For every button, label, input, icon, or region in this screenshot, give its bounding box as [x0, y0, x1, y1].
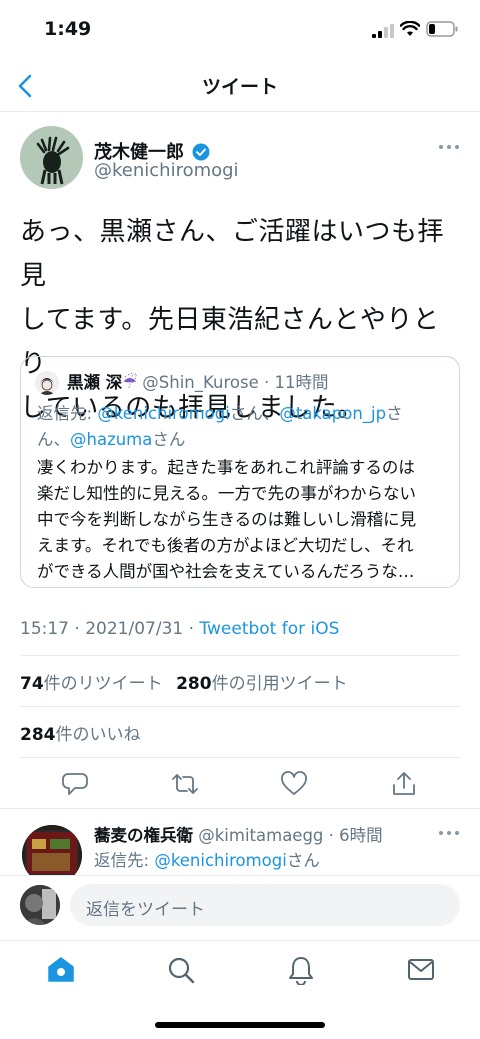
quoted-tweet-text: 凄くわかります。起きた事をあれこれ評論するのは 楽だし知性的に見える。一方で先の…	[37, 455, 447, 585]
notifications-icon[interactable]	[287, 955, 315, 985]
quoted-text-line: 楽だし知性的に見える。一方で先の事がわからない	[37, 484, 417, 503]
reply-suffix: さ	[386, 404, 403, 423]
dot-separator: ·	[264, 373, 270, 392]
cellular-signal-icon	[372, 24, 394, 38]
my-avatar	[20, 885, 60, 925]
reply-suffix: さん	[286, 851, 320, 870]
quoted-tweet-age: 11時間	[274, 373, 329, 392]
quoted-author-row: 黒瀬 深☔ @Shin_Kurose · 11時間	[67, 371, 329, 395]
reply-prefix: 返信先:	[94, 851, 155, 870]
profile-photo	[20, 885, 60, 925]
mention-link[interactable]: @hazuma	[70, 430, 152, 449]
home-indicator	[155, 1022, 325, 1028]
quoted-tweet-card[interactable]: 黒瀬 深☔ @Shin_Kurose · 11時間 返信先: @kenichir…	[20, 356, 460, 588]
reply-suffix: さん、	[229, 404, 280, 423]
tweet-time: 15:17	[20, 619, 69, 639]
retweets-label: 件のリツイート	[43, 674, 163, 694]
reply-prefix: ん、	[37, 430, 70, 449]
retweet-and-quote-stats: 74件のリツイート 280件の引用ツイート	[20, 669, 348, 694]
author-handle[interactable]: @kenichiromogi	[94, 160, 239, 181]
dot-separator: ·	[74, 619, 80, 639]
quoted-text-line: 中で今を判断しながら生きるのは難しいし滑稽に見	[37, 510, 417, 529]
reply-suffix: さん	[152, 430, 186, 449]
divider	[20, 757, 460, 758]
reply-author-handle: @kimitamaegg	[198, 826, 324, 845]
mention-link[interactable]: @kenichiromogi	[97, 404, 230, 423]
more-options-icon[interactable]	[438, 143, 460, 151]
umbrella-emoji: ☔	[122, 373, 138, 392]
person-illustration	[35, 371, 59, 395]
tweet-text-line: あっ、黒瀬さん、ご活躍はいつも拝見	[20, 217, 445, 291]
reply-input-placeholder: 返信をツイート	[86, 900, 205, 920]
reply-to-line: 返信先: @kenichiromogiさん	[94, 847, 320, 871]
dot-separator: ·	[188, 619, 195, 639]
reply-more-options-icon[interactable]	[438, 829, 460, 837]
dot-separator: ·	[328, 826, 334, 845]
tweet-client-link[interactable]: Tweetbot for iOS	[199, 619, 339, 639]
reply-prefix: 返信先:	[37, 404, 98, 423]
likes-count: 284	[20, 725, 56, 745]
wifi-icon	[400, 21, 420, 36]
reply-input[interactable]: 返信をツイート	[70, 884, 460, 926]
navigation-header: ツイート	[0, 60, 480, 112]
deer-illustration	[20, 126, 83, 189]
bento-box-illustration	[22, 825, 82, 875]
home-icon[interactable]	[47, 956, 75, 984]
tweet-date: 2021/07/31	[85, 619, 184, 639]
divider	[20, 655, 460, 656]
messages-icon[interactable]	[407, 958, 435, 982]
reply-author-row: 蕎麦の権兵衛 @kimitamaegg · 6時間	[94, 822, 383, 846]
quoted-author-handle: @Shin_Kurose	[142, 373, 259, 392]
quoted-text-line: ができる人間が国や社会を支えているんだろうな…	[37, 562, 415, 581]
mention-link[interactable]: @takapon_jp	[279, 404, 386, 423]
page-title: ツイート	[201, 76, 278, 98]
reply-author-name: 蕎麦の権兵衛	[94, 826, 193, 845]
status-bar: 1:49	[0, 0, 480, 60]
retweet-icon[interactable]	[172, 771, 198, 797]
reply-age: 6時間	[339, 826, 383, 845]
author-avatar[interactable]	[20, 126, 83, 189]
reply-tweet[interactable]: 蕎麦の権兵衛 @kimitamaegg · 6時間 返信先: @kenichir…	[0, 809, 480, 875]
battery-icon	[426, 21, 458, 37]
quoted-reply-line-2: ん、@hazumaさん	[37, 428, 185, 452]
like-heart-icon[interactable]	[281, 771, 307, 797]
divider	[20, 706, 460, 707]
status-time: 1:49	[44, 18, 92, 40]
share-icon[interactable]	[391, 771, 417, 797]
quotes-stat[interactable]: 280件の引用ツイート	[176, 674, 348, 694]
reply-icon[interactable]	[62, 771, 88, 797]
mention-link[interactable]: @kenichiromogi	[154, 851, 287, 870]
retweets-count: 74	[20, 674, 44, 694]
quoted-reply-line-1: 返信先: @kenichiromogiさん、@takapon_jpさ	[37, 402, 403, 426]
quoted-text-line: えます。それでも後者の方がよほど大切だし、それ	[37, 536, 414, 555]
verified-badge-icon	[192, 143, 210, 161]
likes-label: 件のいいね	[55, 725, 141, 745]
quotes-label: 件の引用ツイート	[211, 674, 348, 694]
likes-stat[interactable]: 284件のいいね	[20, 720, 141, 745]
reply-author-avatar	[22, 825, 82, 875]
search-icon[interactable]	[167, 956, 195, 984]
retweets-stat[interactable]: 74件のリツイート	[20, 674, 163, 694]
quotes-count: 280	[176, 674, 212, 694]
tweet-timestamp: 15:17 · 2021/07/31 · Tweetbot for iOS	[20, 619, 339, 639]
quoted-author-name: 黒瀬 深	[67, 373, 123, 392]
quoted-author-avatar	[35, 371, 59, 395]
quoted-text-line: 凄くわかります。起きた事をあれこれ評論するのは	[37, 458, 415, 477]
